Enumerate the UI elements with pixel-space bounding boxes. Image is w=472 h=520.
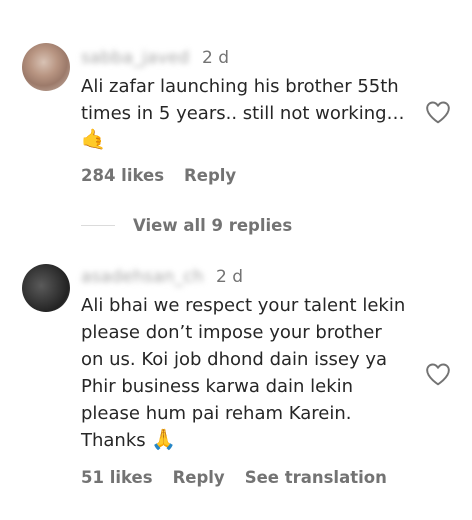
comment-time[interactable]: 2 d bbox=[202, 48, 229, 68]
likes-count[interactable]: 284 likes bbox=[81, 166, 164, 185]
likes-count[interactable]: 51 likes bbox=[81, 468, 153, 487]
view-replies-label: View all 9 replies bbox=[133, 216, 293, 235]
see-translation-button[interactable]: See translation bbox=[245, 468, 387, 487]
comment-text: Ali zafar launching his brother 55th tim… bbox=[81, 76, 405, 124]
avatar[interactable] bbox=[22, 264, 70, 312]
comment-username[interactable]: asadehsan_ch bbox=[81, 267, 204, 287]
call-me-hand-emoji: 🤙 bbox=[81, 127, 106, 151]
folded-hands-emoji: 🙏 bbox=[151, 427, 177, 451]
comment-username[interactable]: sabba_javed bbox=[81, 48, 189, 68]
view-replies-button[interactable]: View all 9 replies bbox=[81, 216, 292, 235]
reply-button[interactable]: Reply bbox=[173, 468, 225, 487]
comment-body: Ali bhai we respect your talent lekin pl… bbox=[81, 292, 421, 454]
comment-text: Ali bhai we respect your talent lekin pl… bbox=[81, 295, 406, 451]
heart-icon[interactable] bbox=[425, 100, 451, 124]
divider-line bbox=[81, 225, 115, 226]
avatar[interactable] bbox=[22, 43, 70, 91]
comment-body: Ali zafar launching his brother 55th tim… bbox=[81, 73, 421, 154]
reply-button[interactable]: Reply bbox=[184, 166, 236, 185]
heart-icon[interactable] bbox=[425, 362, 451, 386]
comment-meta: 284 likes Reply bbox=[81, 166, 236, 185]
comment-meta: 51 likes Reply See translation bbox=[81, 468, 387, 487]
comment-time[interactable]: 2 d bbox=[216, 267, 243, 287]
